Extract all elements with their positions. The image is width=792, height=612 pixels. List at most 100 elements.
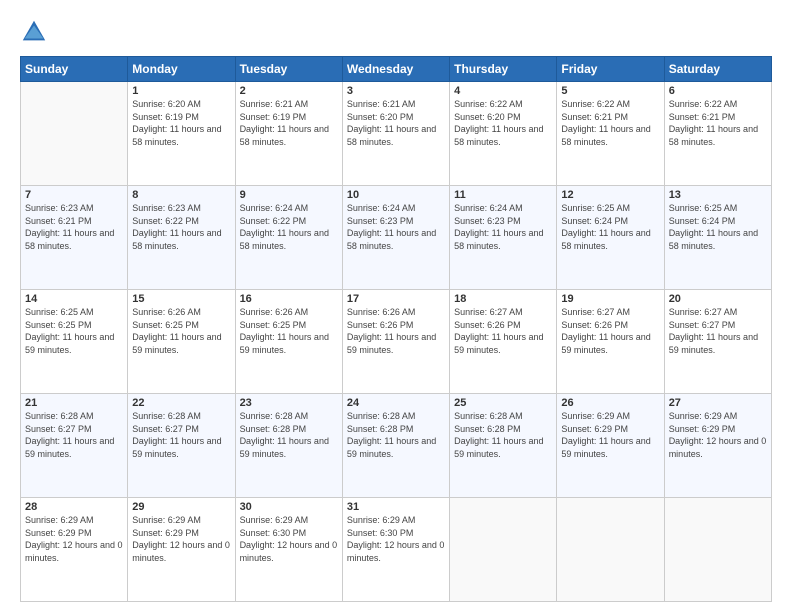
day-info: Sunrise: 6:27 AM Sunset: 6:26 PM Dayligh… <box>454 306 552 356</box>
day-number: 21 <box>25 397 123 409</box>
day-number: 23 <box>240 397 338 409</box>
day-number: 10 <box>347 189 445 201</box>
day-info: Sunrise: 6:29 AM Sunset: 6:30 PM Dayligh… <box>347 514 445 564</box>
calendar-cell: 1Sunrise: 6:20 AM Sunset: 6:19 PM Daylig… <box>128 82 235 186</box>
calendar-cell: 16Sunrise: 6:26 AM Sunset: 6:25 PM Dayli… <box>235 290 342 394</box>
day-number: 8 <box>132 189 230 201</box>
day-info: Sunrise: 6:21 AM Sunset: 6:20 PM Dayligh… <box>347 98 445 148</box>
calendar-cell: 6Sunrise: 6:22 AM Sunset: 6:21 PM Daylig… <box>664 82 771 186</box>
calendar-cell: 4Sunrise: 6:22 AM Sunset: 6:20 PM Daylig… <box>450 82 557 186</box>
column-header-wednesday: Wednesday <box>342 57 449 82</box>
day-info: Sunrise: 6:22 AM Sunset: 6:21 PM Dayligh… <box>669 98 767 148</box>
column-header-saturday: Saturday <box>664 57 771 82</box>
calendar-cell: 25Sunrise: 6:28 AM Sunset: 6:28 PM Dayli… <box>450 394 557 498</box>
day-number: 24 <box>347 397 445 409</box>
calendar-page: SundayMondayTuesdayWednesdayThursdayFrid… <box>0 0 792 612</box>
day-number: 18 <box>454 293 552 305</box>
day-info: Sunrise: 6:21 AM Sunset: 6:19 PM Dayligh… <box>240 98 338 148</box>
day-info: Sunrise: 6:26 AM Sunset: 6:25 PM Dayligh… <box>240 306 338 356</box>
day-info: Sunrise: 6:25 AM Sunset: 6:24 PM Dayligh… <box>561 202 659 252</box>
day-info: Sunrise: 6:26 AM Sunset: 6:25 PM Dayligh… <box>132 306 230 356</box>
calendar-cell: 31Sunrise: 6:29 AM Sunset: 6:30 PM Dayli… <box>342 498 449 602</box>
day-number: 9 <box>240 189 338 201</box>
calendar-cell: 23Sunrise: 6:28 AM Sunset: 6:28 PM Dayli… <box>235 394 342 498</box>
week-row-4: 21Sunrise: 6:28 AM Sunset: 6:27 PM Dayli… <box>21 394 772 498</box>
day-number: 16 <box>240 293 338 305</box>
day-number: 30 <box>240 501 338 513</box>
calendar-cell: 12Sunrise: 6:25 AM Sunset: 6:24 PM Dayli… <box>557 186 664 290</box>
calendar-cell <box>664 498 771 602</box>
calendar-cell: 22Sunrise: 6:28 AM Sunset: 6:27 PM Dayli… <box>128 394 235 498</box>
day-info: Sunrise: 6:24 AM Sunset: 6:23 PM Dayligh… <box>347 202 445 252</box>
day-info: Sunrise: 6:29 AM Sunset: 6:29 PM Dayligh… <box>132 514 230 564</box>
day-number: 2 <box>240 85 338 97</box>
calendar-cell: 26Sunrise: 6:29 AM Sunset: 6:29 PM Dayli… <box>557 394 664 498</box>
day-info: Sunrise: 6:22 AM Sunset: 6:20 PM Dayligh… <box>454 98 552 148</box>
calendar-cell: 20Sunrise: 6:27 AM Sunset: 6:27 PM Dayli… <box>664 290 771 394</box>
day-number: 25 <box>454 397 552 409</box>
week-row-5: 28Sunrise: 6:29 AM Sunset: 6:29 PM Dayli… <box>21 498 772 602</box>
day-number: 17 <box>347 293 445 305</box>
calendar-cell: 8Sunrise: 6:23 AM Sunset: 6:22 PM Daylig… <box>128 186 235 290</box>
calendar-cell <box>557 498 664 602</box>
header <box>20 18 772 46</box>
calendar-cell: 13Sunrise: 6:25 AM Sunset: 6:24 PM Dayli… <box>664 186 771 290</box>
day-number: 13 <box>669 189 767 201</box>
calendar-cell: 3Sunrise: 6:21 AM Sunset: 6:20 PM Daylig… <box>342 82 449 186</box>
column-header-monday: Monday <box>128 57 235 82</box>
day-number: 3 <box>347 85 445 97</box>
day-info: Sunrise: 6:27 AM Sunset: 6:26 PM Dayligh… <box>561 306 659 356</box>
day-number: 29 <box>132 501 230 513</box>
day-info: Sunrise: 6:28 AM Sunset: 6:27 PM Dayligh… <box>25 410 123 460</box>
calendar-cell: 30Sunrise: 6:29 AM Sunset: 6:30 PM Dayli… <box>235 498 342 602</box>
column-header-tuesday: Tuesday <box>235 57 342 82</box>
day-number: 15 <box>132 293 230 305</box>
day-number: 6 <box>669 85 767 97</box>
day-info: Sunrise: 6:22 AM Sunset: 6:21 PM Dayligh… <box>561 98 659 148</box>
day-info: Sunrise: 6:26 AM Sunset: 6:26 PM Dayligh… <box>347 306 445 356</box>
calendar-cell: 28Sunrise: 6:29 AM Sunset: 6:29 PM Dayli… <box>21 498 128 602</box>
calendar-cell: 10Sunrise: 6:24 AM Sunset: 6:23 PM Dayli… <box>342 186 449 290</box>
day-info: Sunrise: 6:27 AM Sunset: 6:27 PM Dayligh… <box>669 306 767 356</box>
day-number: 26 <box>561 397 659 409</box>
column-header-friday: Friday <box>557 57 664 82</box>
day-info: Sunrise: 6:29 AM Sunset: 6:29 PM Dayligh… <box>25 514 123 564</box>
day-number: 14 <box>25 293 123 305</box>
week-row-2: 7Sunrise: 6:23 AM Sunset: 6:21 PM Daylig… <box>21 186 772 290</box>
week-row-3: 14Sunrise: 6:25 AM Sunset: 6:25 PM Dayli… <box>21 290 772 394</box>
column-header-sunday: Sunday <box>21 57 128 82</box>
day-info: Sunrise: 6:29 AM Sunset: 6:29 PM Dayligh… <box>669 410 767 460</box>
day-info: Sunrise: 6:28 AM Sunset: 6:27 PM Dayligh… <box>132 410 230 460</box>
day-number: 4 <box>454 85 552 97</box>
week-row-1: 1Sunrise: 6:20 AM Sunset: 6:19 PM Daylig… <box>21 82 772 186</box>
day-info: Sunrise: 6:29 AM Sunset: 6:29 PM Dayligh… <box>561 410 659 460</box>
day-number: 20 <box>669 293 767 305</box>
calendar-cell: 18Sunrise: 6:27 AM Sunset: 6:26 PM Dayli… <box>450 290 557 394</box>
calendar-cell: 17Sunrise: 6:26 AM Sunset: 6:26 PM Dayli… <box>342 290 449 394</box>
day-number: 11 <box>454 189 552 201</box>
calendar-cell: 21Sunrise: 6:28 AM Sunset: 6:27 PM Dayli… <box>21 394 128 498</box>
calendar-cell: 24Sunrise: 6:28 AM Sunset: 6:28 PM Dayli… <box>342 394 449 498</box>
day-info: Sunrise: 6:24 AM Sunset: 6:22 PM Dayligh… <box>240 202 338 252</box>
day-info: Sunrise: 6:29 AM Sunset: 6:30 PM Dayligh… <box>240 514 338 564</box>
logo <box>20 18 52 46</box>
day-info: Sunrise: 6:28 AM Sunset: 6:28 PM Dayligh… <box>454 410 552 460</box>
day-number: 12 <box>561 189 659 201</box>
day-info: Sunrise: 6:25 AM Sunset: 6:25 PM Dayligh… <box>25 306 123 356</box>
day-info: Sunrise: 6:24 AM Sunset: 6:23 PM Dayligh… <box>454 202 552 252</box>
calendar-cell <box>450 498 557 602</box>
day-info: Sunrise: 6:20 AM Sunset: 6:19 PM Dayligh… <box>132 98 230 148</box>
day-number: 5 <box>561 85 659 97</box>
calendar-cell: 11Sunrise: 6:24 AM Sunset: 6:23 PM Dayli… <box>450 186 557 290</box>
day-number: 1 <box>132 85 230 97</box>
header-row: SundayMondayTuesdayWednesdayThursdayFrid… <box>21 57 772 82</box>
day-number: 22 <box>132 397 230 409</box>
calendar-cell: 5Sunrise: 6:22 AM Sunset: 6:21 PM Daylig… <box>557 82 664 186</box>
column-header-thursday: Thursday <box>450 57 557 82</box>
day-number: 31 <box>347 501 445 513</box>
day-info: Sunrise: 6:28 AM Sunset: 6:28 PM Dayligh… <box>347 410 445 460</box>
calendar-cell: 27Sunrise: 6:29 AM Sunset: 6:29 PM Dayli… <box>664 394 771 498</box>
calendar-cell: 7Sunrise: 6:23 AM Sunset: 6:21 PM Daylig… <box>21 186 128 290</box>
day-info: Sunrise: 6:23 AM Sunset: 6:21 PM Dayligh… <box>25 202 123 252</box>
day-number: 28 <box>25 501 123 513</box>
